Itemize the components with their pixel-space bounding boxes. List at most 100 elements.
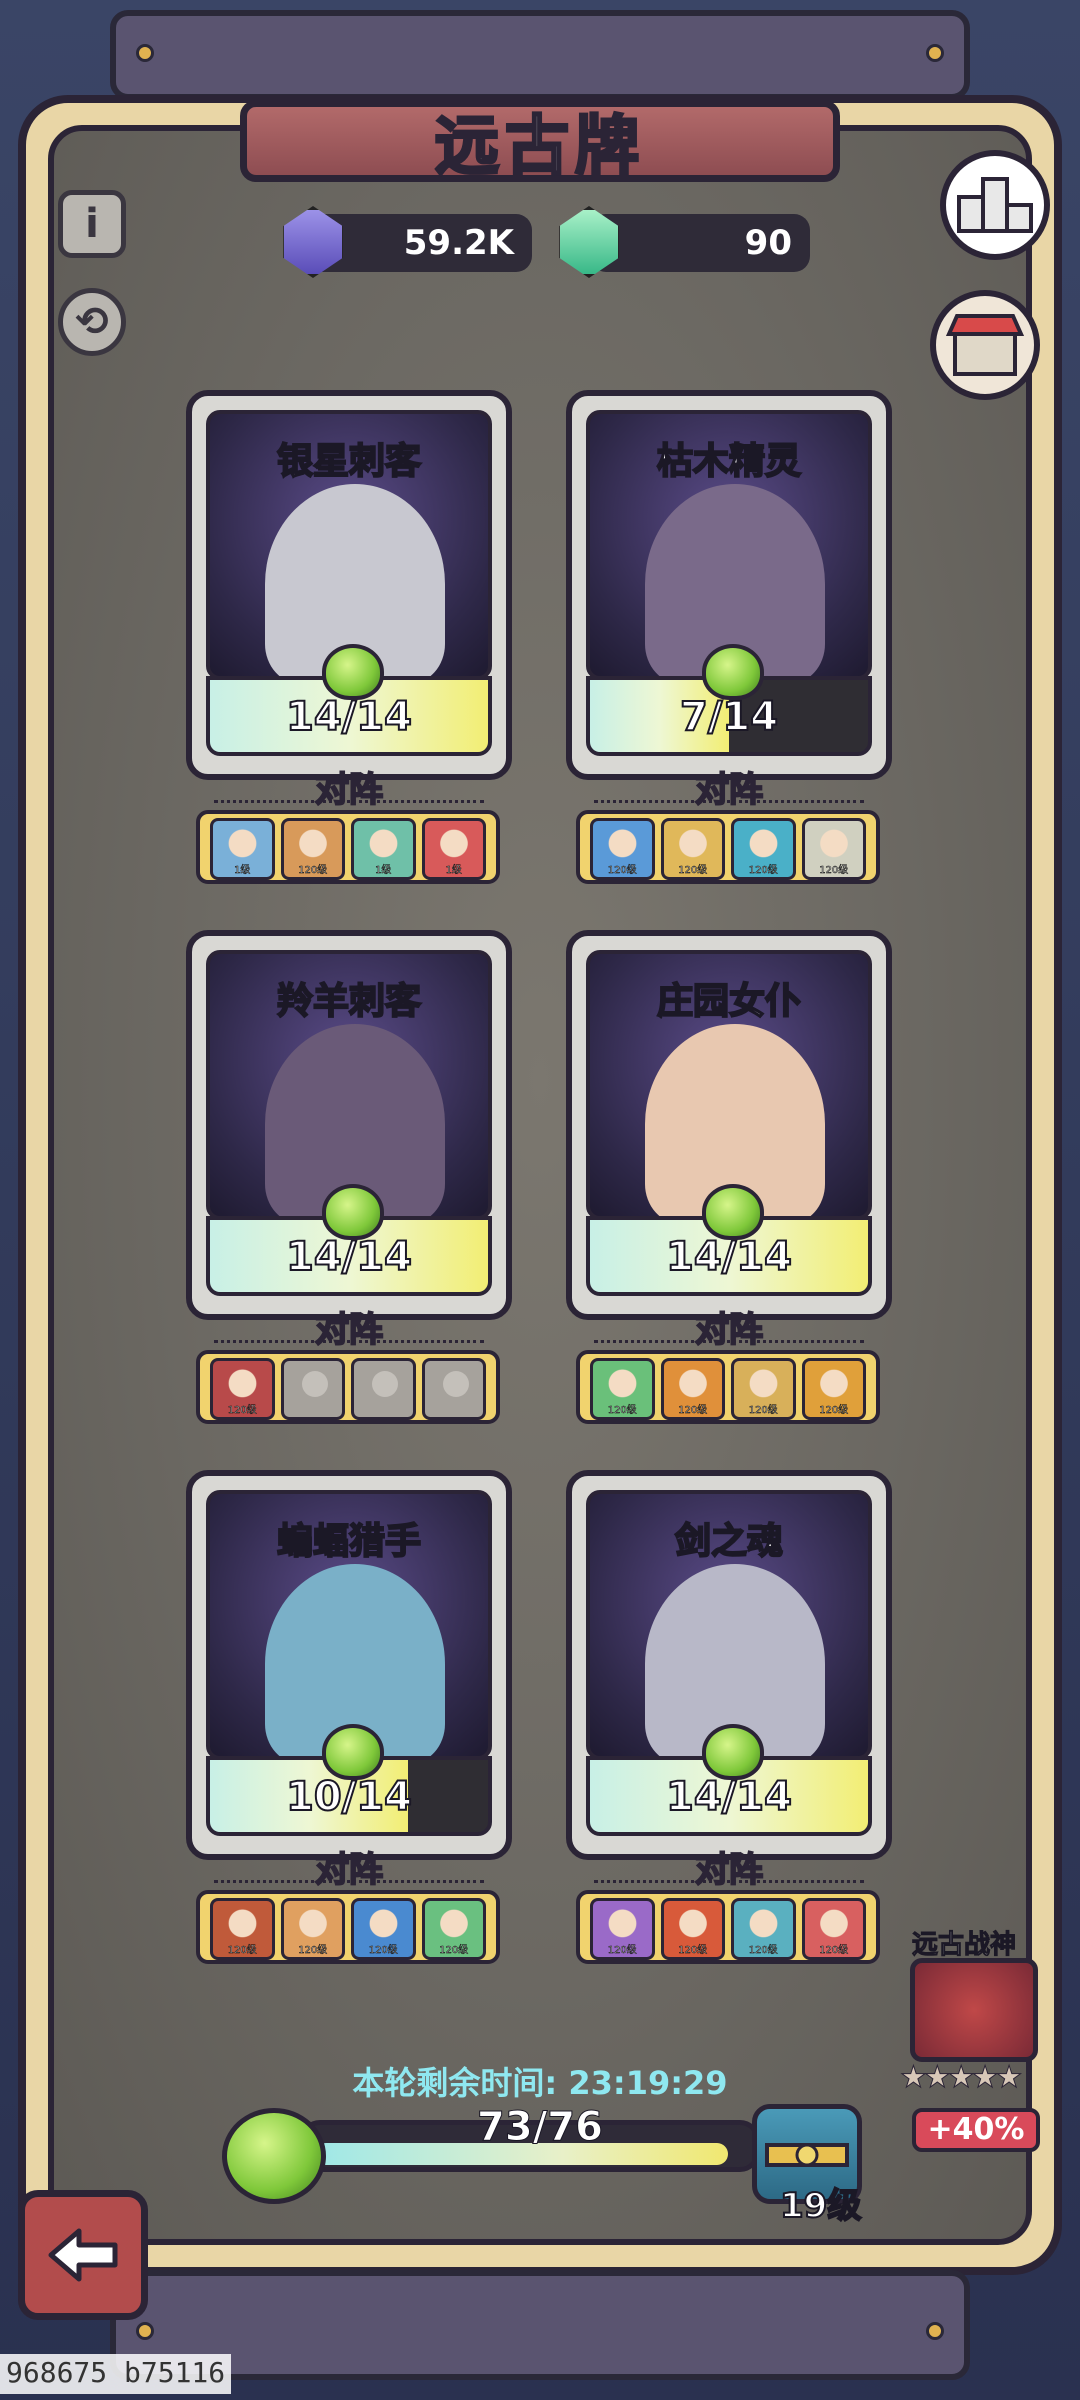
currency-green: 90 [590,214,810,272]
avatar-level: 120级 [819,1405,849,1417]
avatar-level: 1级 [445,865,462,877]
opponent-avatar: 120级 [731,1898,796,1960]
lineup-label: 对阵 [314,1309,384,1351]
empty-slot [421,1358,486,1420]
ranking-button[interactable] [940,150,1050,260]
bean-icon [322,644,384,700]
avatar-level: 1级 [375,865,392,877]
avatar-level: 120级 [298,1945,328,1957]
build-id: 968675 b75116 [0,2354,232,2394]
opponent-avatar: 120级 [280,818,345,880]
opponent-lineup: 120级 120级 120级 120级 [196,1890,500,1964]
avatar-level: 120级 [607,1945,637,1957]
history-button[interactable]: ⟲ [58,288,126,356]
card-progress-text: 10/14 [285,1773,413,1821]
bean-icon [322,1184,384,1240]
back-button[interactable] [18,2190,148,2320]
opponent-avatar: 120级 [801,1358,866,1420]
shop-button[interactable] [930,290,1040,400]
opponent-avatar: 120级 [660,1358,725,1420]
opponent-lineup: 120级 120级 120级 120级 [576,1890,880,1964]
hero-card[interactable]: 羚羊刺客 14/14 [186,930,512,1320]
star-rating: ★★★★★ [899,2060,1023,2096]
lineup-label: 对阵 [314,769,384,811]
avatar-level: 120级 [227,1945,257,1957]
lineup-label: 对阵 [694,1849,764,1891]
card-art: 庄园女仆 [586,950,872,1220]
opponent-avatar: 120级 [801,818,866,880]
card-progress-text: 7/14 [679,693,779,741]
currency-value: 90 [744,223,792,263]
card-name: 庄园女仆 [656,980,802,1023]
info-icon: i [85,201,99,247]
avatar-level: 1级 [234,865,251,877]
opponent-avatar: 120级 [280,1898,345,1960]
opponent-avatar: 120级 [590,818,655,880]
bean-icon [322,1724,384,1780]
rivet [926,2322,944,2340]
hero-card[interactable]: 庄园女仆 14/14 [566,930,892,1320]
card-art: 枯木精灵 [586,410,872,680]
avatar-level: 120级 [227,1405,257,1417]
hero-card[interactable]: 剑之魂 14/14 [566,1470,892,1860]
avatar-level: 120级 [819,1945,849,1957]
back-arrow-icon [48,2228,118,2282]
bonus-badge: +40% [912,2108,1040,2152]
opponent-avatar: 120级 [421,1898,486,1960]
divider [594,1340,864,1343]
empty-slot [351,1358,416,1420]
card-art: 剑之魂 [586,1490,872,1760]
bean-icon [702,644,764,700]
title-banner: 远古牌 [240,100,840,186]
podium-icon [957,177,1033,233]
avatar-level: 120级 [607,1405,637,1417]
info-button[interactable]: i [58,190,126,258]
bean-icon [702,1184,764,1240]
divider [594,800,864,803]
opponent-avatar: 120级 [210,1358,275,1420]
avatar-level: 120级 [748,1945,778,1957]
divider [214,800,484,803]
avatar-level: 120级 [298,865,328,877]
avatar-level: 120级 [678,1945,708,1957]
avatar-level: 120级 [678,1405,708,1417]
card-art: 羚羊刺客 [206,950,492,1220]
opponent-avatar: 120级 [210,1898,275,1960]
lineup-label: 对阵 [694,1309,764,1351]
card-name: 枯木精灵 [656,440,802,483]
avatar-level: 120级 [819,865,849,877]
currency-value: 59.2K [403,223,514,263]
opponent-avatar: 120级 [351,1898,416,1960]
card-art: 蝙蝠猎手 [206,1490,492,1760]
refresh-icon: ⟲ [75,299,109,345]
opponent-lineup: 120级 120级 120级 120级 [576,810,880,884]
page-title: 远古牌 [434,109,645,186]
chest-level: 19级 [779,2185,862,2227]
hero-card[interactable]: 蝙蝠猎手 10/14 [186,1470,512,1860]
opponent-avatar: 1级 [351,818,416,880]
avatar-level: 120级 [607,865,637,877]
hero-card[interactable]: 枯木精灵 7/14 [566,390,892,780]
rivet [926,44,944,62]
divider [214,1880,484,1883]
empty-slot [280,1358,345,1420]
opponent-avatar: 120级 [731,1358,796,1420]
card-progress-text: 14/14 [665,1233,793,1281]
shop-icon [945,314,1025,376]
rivet [136,44,154,62]
opponent-avatar: 120级 [731,818,796,880]
opponent-lineup: 120级 [196,1350,500,1424]
avatar-level: 120级 [439,1945,469,1957]
card-name: 银星刺客 [276,440,422,483]
avatar-level: 120级 [678,865,708,877]
war-god-portrait[interactable] [910,1958,1038,2062]
avatar-level: 120级 [748,1405,778,1417]
opponent-avatar: 1级 [421,818,486,880]
opponent-avatar: 120级 [590,1898,655,1960]
bottom-frame [110,2270,970,2380]
card-art: 银星刺客 [206,410,492,680]
avatar-level: 120级 [368,1945,398,1957]
rivet [136,2322,154,2340]
hero-card[interactable]: 银星刺客 14/14 [186,390,512,780]
card-progress-text: 14/14 [285,693,413,741]
